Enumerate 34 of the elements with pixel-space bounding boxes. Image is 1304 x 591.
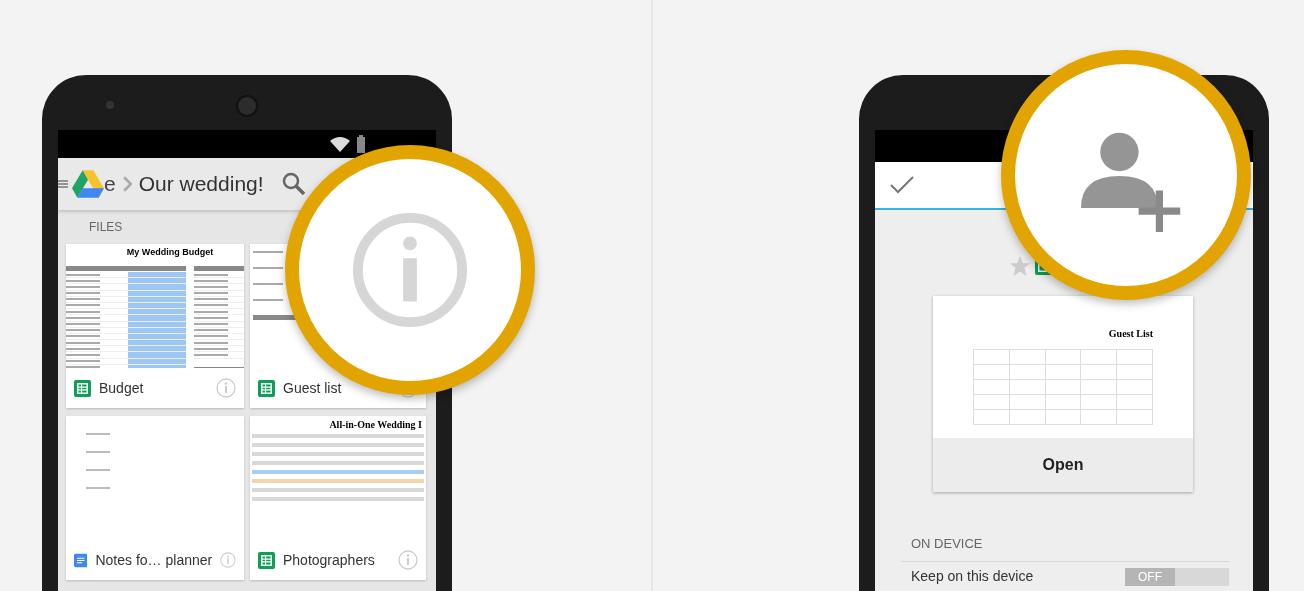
file-card[interactable]: All-in-One Wedding I Photographers — [250, 416, 426, 580]
file-name: Budget — [99, 380, 145, 396]
check-icon[interactable] — [890, 176, 914, 194]
document-icon — [74, 551, 88, 569]
info-icon — [351, 211, 469, 329]
chevron-icon — [122, 176, 132, 192]
file-name: Photographers — [283, 552, 376, 568]
info-icon[interactable] — [398, 550, 418, 570]
sheet-title: Guest List — [1108, 328, 1153, 339]
info-icon[interactable] — [216, 378, 236, 398]
triangle-logo-icon — [72, 170, 104, 198]
file-card[interactable]: My Wedding Budget Budget — [66, 244, 244, 408]
spreadsheet-icon — [258, 551, 275, 569]
sheet-title: My Wedding Budget — [125, 247, 214, 258]
star-icon[interactable] — [1009, 255, 1031, 277]
section-label: ON DEVICE — [910, 535, 983, 553]
document-thumbnail-drawing — [86, 433, 110, 489]
sheet-title: All-in-One Wedding I — [328, 419, 423, 430]
file-card[interactable]: Notes fo… planner — [66, 416, 244, 580]
spreadsheet-icon — [74, 379, 91, 397]
open-button[interactable]: Open — [933, 438, 1193, 492]
menu-icon[interactable] — [58, 179, 68, 189]
folder-title: Our wedding! — [138, 172, 264, 196]
setting-label: Keep on this device — [911, 568, 1034, 584]
wifi-icon — [330, 136, 350, 152]
section-label: FILES — [88, 219, 124, 236]
search-icon[interactable] — [281, 172, 306, 196]
battery-icon — [356, 135, 366, 153]
spreadsheet-icon — [258, 379, 275, 397]
file-name: Guest list — [283, 380, 343, 396]
file-name: Notes fo… planner — [95, 552, 213, 568]
info-icon[interactable] — [220, 550, 236, 570]
breadcrumb-parent[interactable]: e — [104, 172, 116, 196]
speaker-icon — [236, 95, 258, 117]
